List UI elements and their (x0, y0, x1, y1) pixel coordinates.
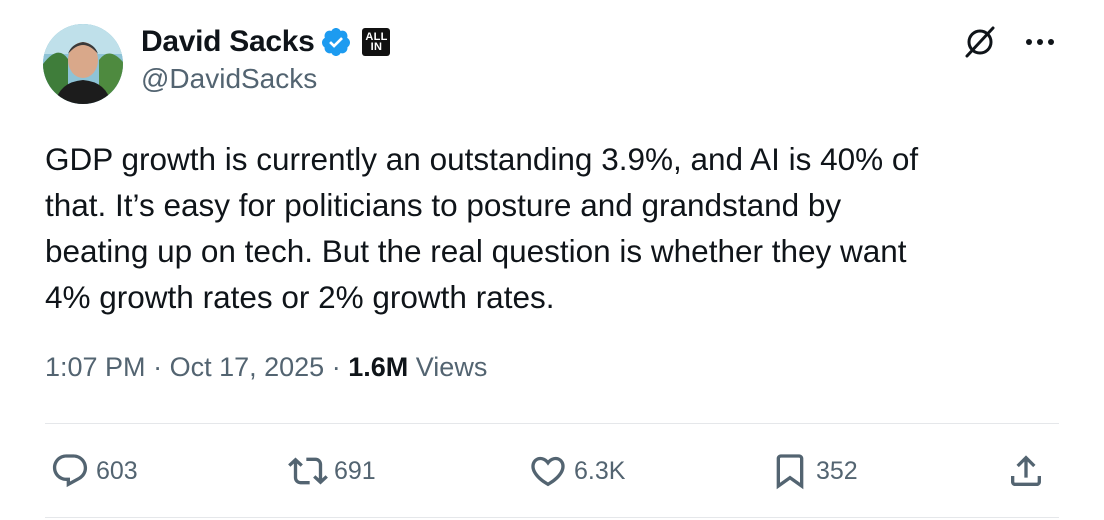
bookmark-button[interactable]: 352 (770, 450, 858, 492)
tweet-meta: 1:07 PM · Oct 17, 2025 · 1.6M Views (45, 352, 487, 383)
avatar-image (43, 24, 123, 104)
divider-top (45, 423, 1059, 424)
reply-count: 603 (96, 456, 138, 485)
share-button[interactable] (1006, 450, 1052, 492)
reply-icon (52, 454, 88, 488)
grok-icon[interactable] (962, 24, 998, 60)
tweet-date[interactable]: Oct 17, 2025 (170, 352, 325, 382)
more-icon[interactable] (1022, 32, 1058, 52)
repost-count: 691 (334, 456, 376, 485)
meta-separator: · (153, 352, 163, 382)
affiliate-badge-line2: IN (370, 41, 383, 53)
bookmark-icon (776, 454, 804, 490)
tweet-time[interactable]: 1:07 PM (45, 352, 146, 382)
avatar[interactable] (43, 24, 123, 104)
like-count: 6.3K (574, 456, 626, 485)
views-count: 1.6M (348, 352, 409, 382)
like-button[interactable]: 6.3K (528, 450, 625, 492)
views-label: Views (415, 352, 488, 382)
repost-icon (288, 457, 328, 485)
verified-badge-icon[interactable] (320, 26, 352, 58)
reply-button[interactable]: 603 (50, 450, 138, 492)
divider-bottom (45, 517, 1059, 518)
author-name[interactable]: David Sacks (141, 25, 315, 59)
heart-icon (531, 456, 565, 487)
author-name-row: David Sacks ALL IN (141, 22, 391, 62)
tweet-text: GDP growth is currently an outstanding 3… (45, 141, 919, 315)
bookmark-count: 352 (816, 456, 858, 485)
repost-button[interactable]: 691 (288, 450, 376, 492)
meta-separator: · (331, 352, 341, 382)
share-icon (1011, 455, 1041, 486)
author-handle[interactable]: @DavidSacks (141, 63, 317, 95)
affiliate-badge-allin[interactable]: ALL IN (362, 28, 391, 56)
